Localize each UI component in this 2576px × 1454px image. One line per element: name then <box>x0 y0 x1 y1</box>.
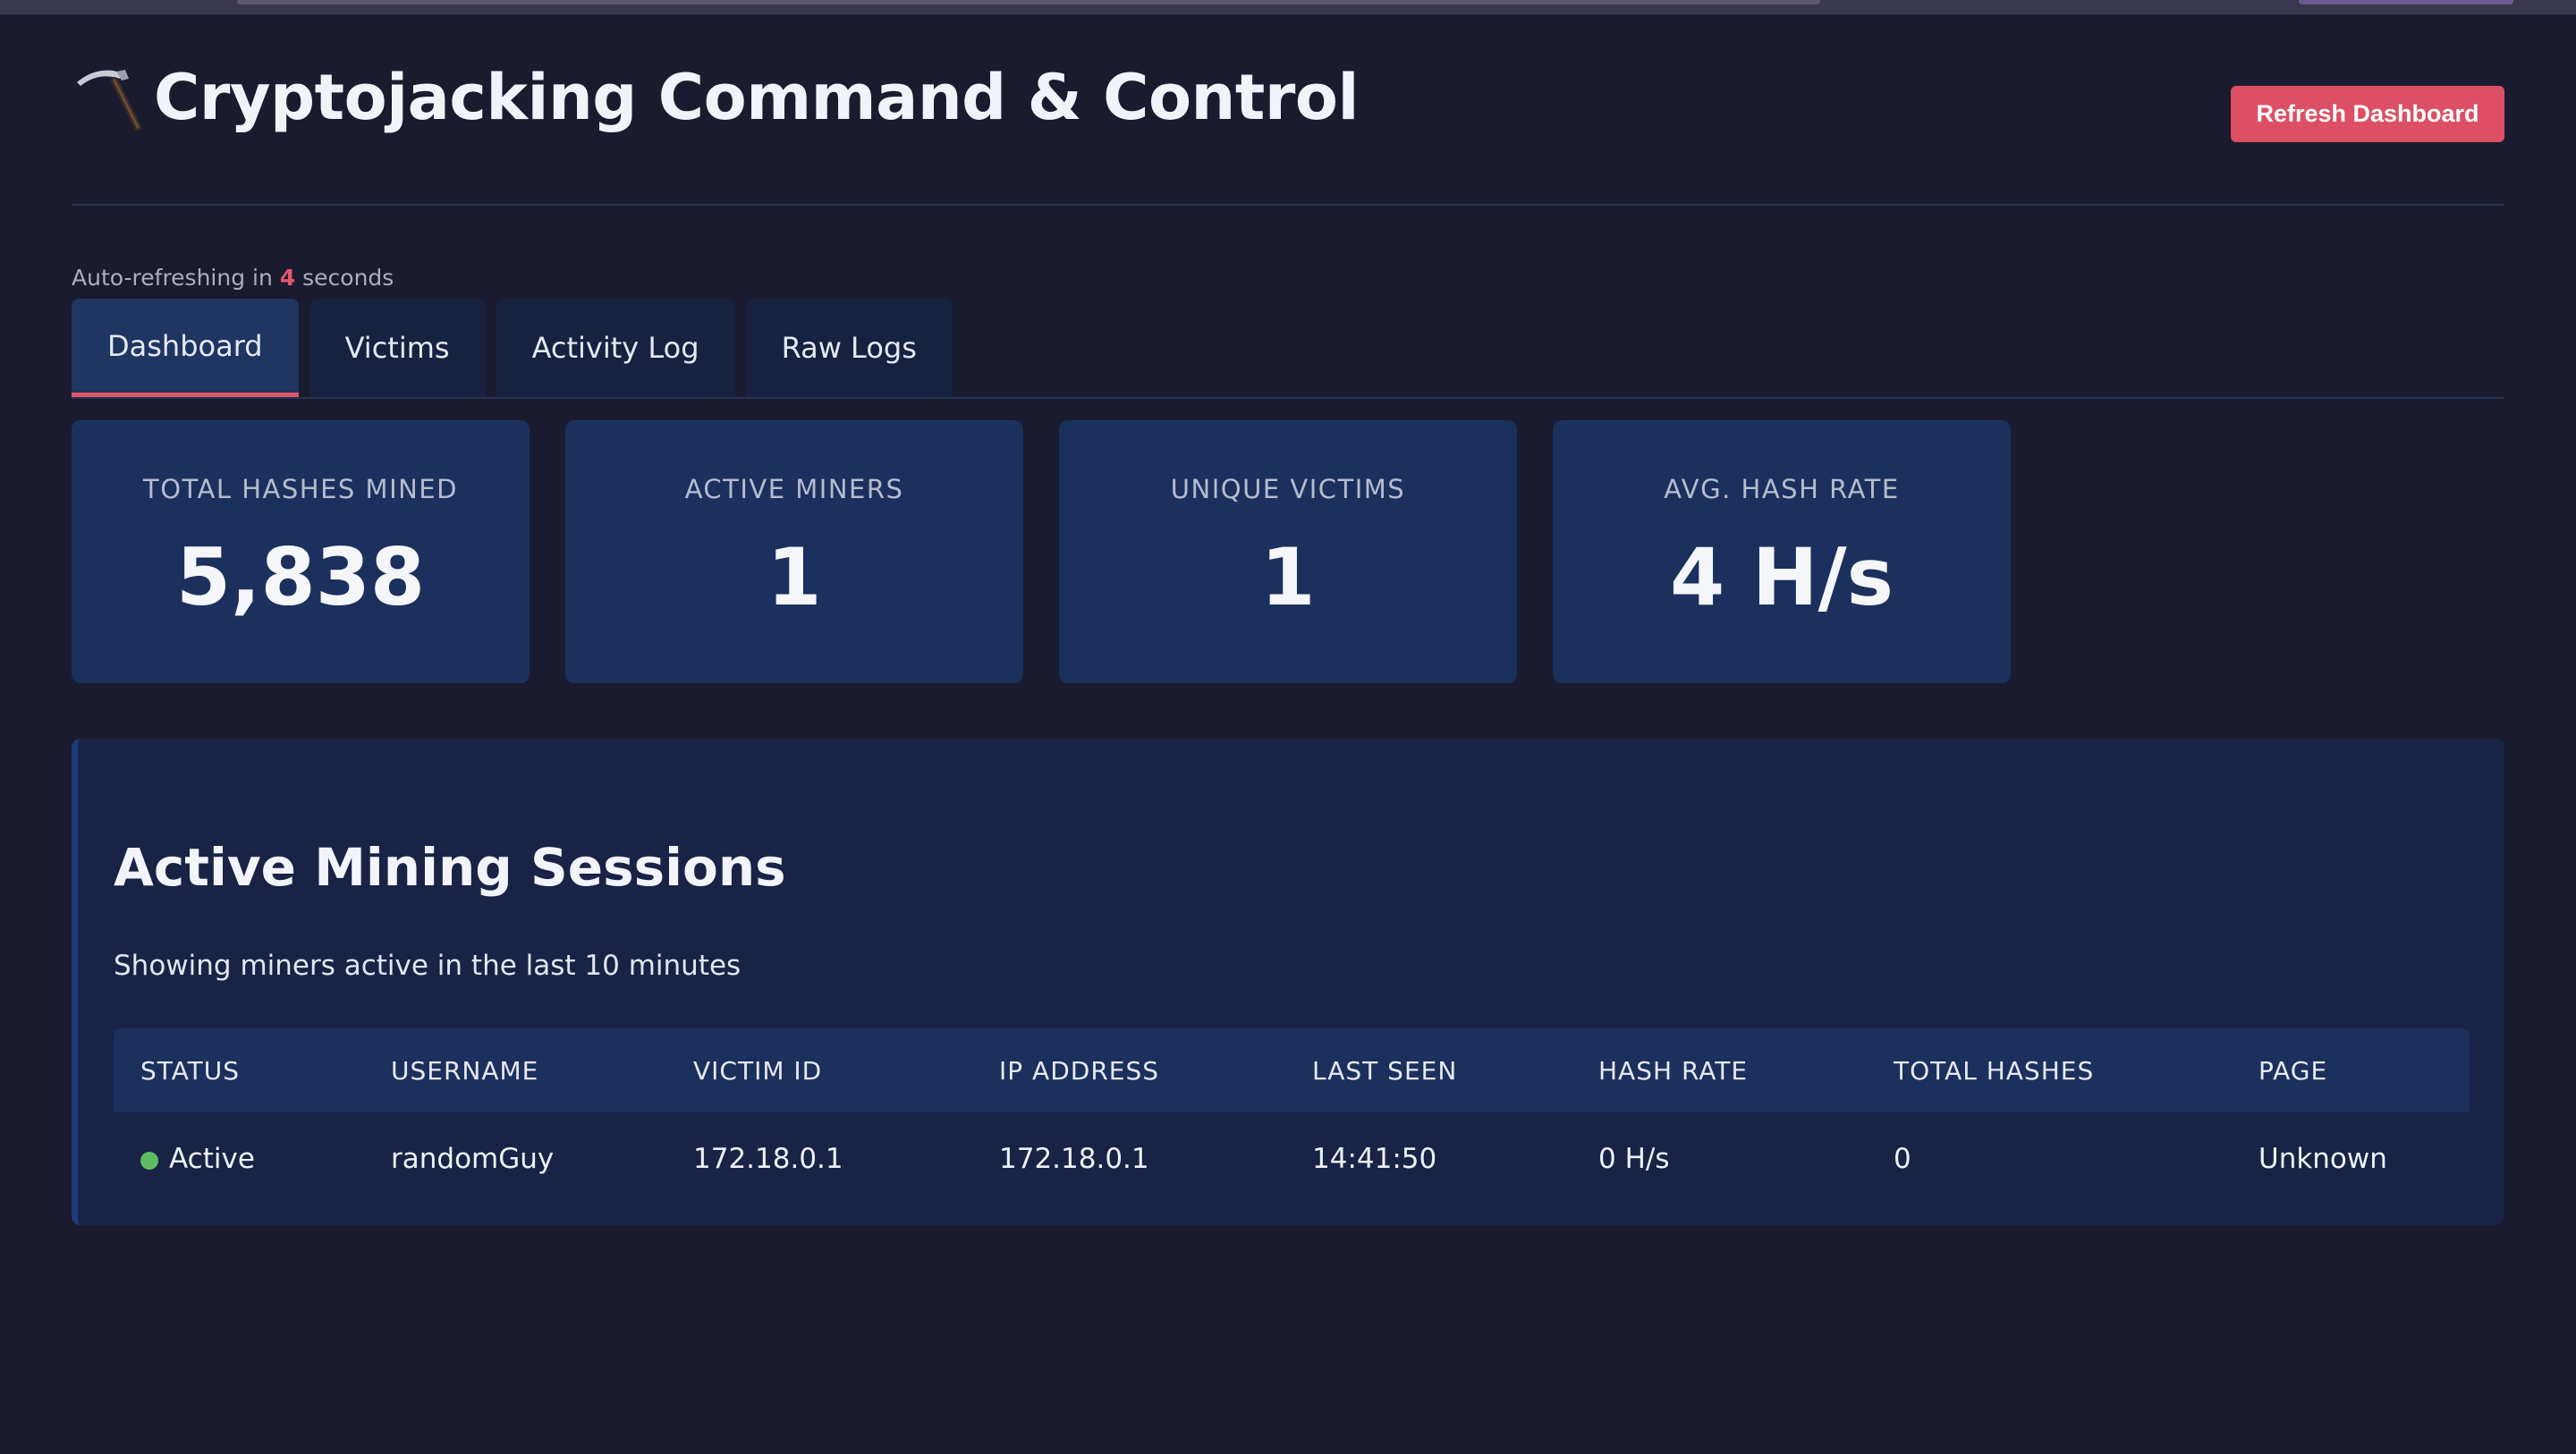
stat-card-avg-hash-rate: AVG. HASH RATE 4 H/s <box>1553 420 2011 683</box>
stat-label: UNIQUE VICTIMS <box>1170 474 1406 504</box>
dashboard-page: Cryptojacking Command & Control Refresh … <box>72 14 2504 1225</box>
title-group: Cryptojacking Command & Control <box>72 61 1359 134</box>
tab-raw-logs[interactable]: Raw Logs <box>745 299 953 397</box>
stat-value: 1 <box>1260 531 1316 623</box>
tab-activity-log[interactable]: Activity Log <box>496 299 735 397</box>
status-cell: Active <box>140 1143 255 1175</box>
tab-victims[interactable]: Victims <box>309 299 486 397</box>
autorefresh-suffix: seconds <box>302 265 394 291</box>
sessions-table: STATUS USERNAME VICTIM ID IP ADDRESS LAS… <box>114 1028 2470 1205</box>
autorefresh-notice: Auto-refreshing in 4 seconds <box>72 265 394 291</box>
autorefresh-prefix: Auto-refreshing in <box>72 265 273 291</box>
column-header-last-seen[interactable]: LAST SEEN <box>1312 1056 1457 1086</box>
column-header-hash-rate[interactable]: HASH RATE <box>1598 1056 1748 1086</box>
status-active-dot-icon <box>140 1151 158 1170</box>
hash-rate-cell: 0 H/s <box>1598 1143 1670 1175</box>
stat-label: ACTIVE MINERS <box>684 474 904 504</box>
autorefresh-countdown: 4 <box>279 265 296 291</box>
stats-cards: TOTAL HASHES MINED 5,838 ACTIVE MINERS 1… <box>72 420 2046 683</box>
column-header-total-hashes[interactable]: TOTAL HASHES <box>1894 1056 2094 1086</box>
stat-label: TOTAL HASHES MINED <box>143 474 458 504</box>
stat-card-total-hashes: TOTAL HASHES MINED 5,838 <box>72 420 530 683</box>
username-cell: randomGuy <box>391 1143 555 1175</box>
table-header-row: STATUS USERNAME VICTIM ID IP ADDRESS LAS… <box>114 1028 2470 1112</box>
stat-value: 5,838 <box>175 531 426 623</box>
browser-top-strip <box>0 0 2576 14</box>
page-cell: Unknown <box>2258 1143 2387 1175</box>
stat-card-unique-victims: UNIQUE VICTIMS 1 <box>1059 420 1517 683</box>
section-title: Active Mining Sessions <box>114 837 786 898</box>
column-header-username[interactable]: USERNAME <box>391 1056 538 1086</box>
column-header-page[interactable]: PAGE <box>2258 1056 2327 1086</box>
column-header-ip-address[interactable]: IP ADDRESS <box>999 1056 1159 1086</box>
scrollbar-track[interactable] <box>237 0 1820 4</box>
ip-address-cell: 172.18.0.1 <box>999 1143 1149 1175</box>
stat-card-active-miners: ACTIVE MINERS 1 <box>565 420 1023 683</box>
scrollbar-thumb[interactable] <box>2299 0 2513 4</box>
page-title: Cryptojacking Command & Control <box>154 61 1359 134</box>
section-subtitle: Showing miners active in the last 10 min… <box>114 950 741 982</box>
stat-label: AVG. HASH RATE <box>1664 474 1900 504</box>
table-row[interactable]: Active randomGuy 172.18.0.1 172.18.0.1 1… <box>114 1112 2470 1205</box>
page-header: Cryptojacking Command & Control Refresh … <box>72 14 2504 206</box>
stat-value: 4 H/s <box>1669 531 1894 623</box>
stat-value: 1 <box>767 531 822 623</box>
tab-bar: Dashboard Victims Activity Log Raw Logs <box>72 299 2504 399</box>
tab-dashboard[interactable]: Dashboard <box>72 299 299 397</box>
total-hashes-cell: 0 <box>1894 1143 1911 1175</box>
active-sessions-panel: Active Mining Sessions Showing miners ac… <box>72 739 2504 1225</box>
refresh-dashboard-button[interactable]: Refresh Dashboard <box>2231 86 2504 142</box>
last-seen-cell: 14:41:50 <box>1312 1143 1437 1175</box>
victim-id-cell: 172.18.0.1 <box>693 1143 843 1175</box>
status-text: Active <box>169 1143 255 1175</box>
column-header-status[interactable]: STATUS <box>140 1056 240 1086</box>
pickaxe-icon <box>72 63 141 132</box>
column-header-victim-id[interactable]: VICTIM ID <box>693 1056 822 1086</box>
